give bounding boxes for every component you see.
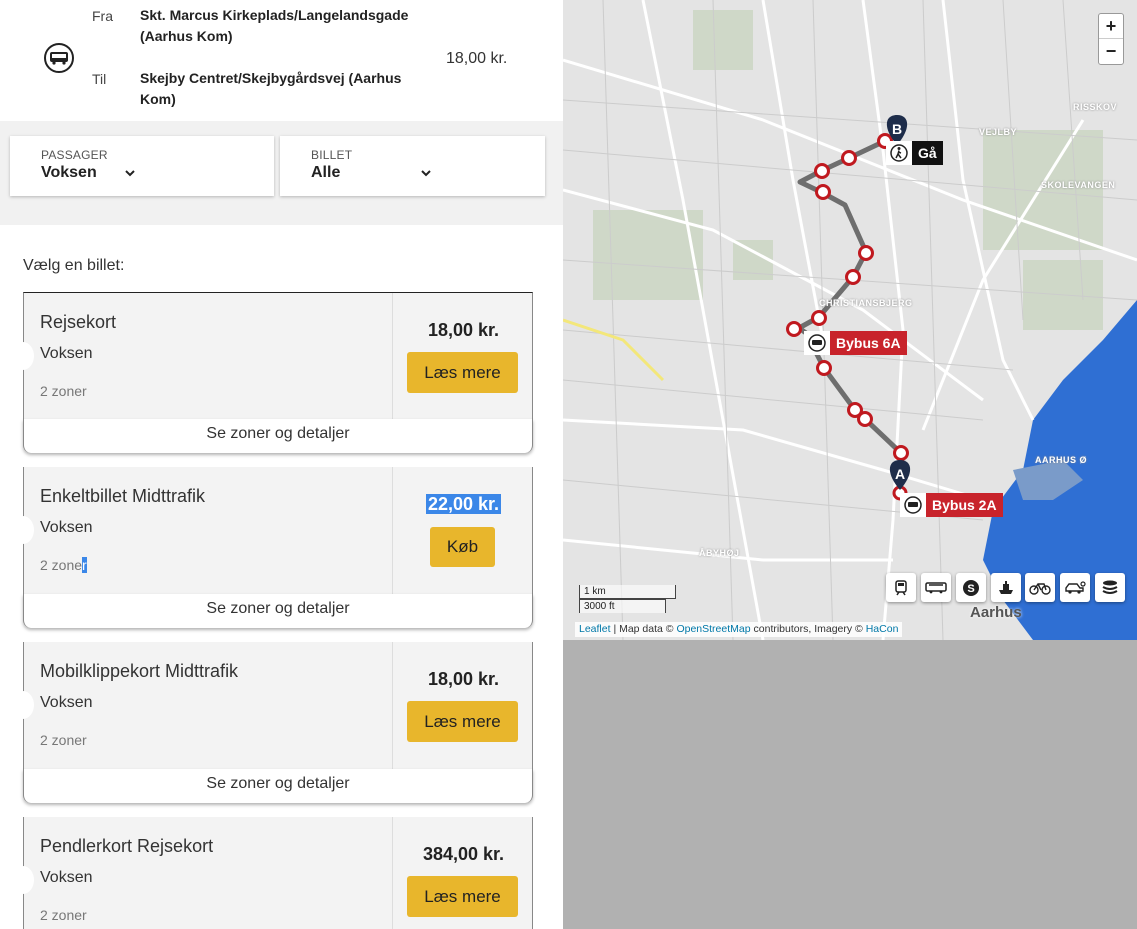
radio-button[interactable] [12, 866, 34, 894]
passenger-select[interactable]: PASSAGER Voksen [10, 136, 274, 196]
bike-icon[interactable] [1025, 573, 1055, 602]
ticket-zones: 2 zoner [40, 907, 87, 923]
ticket-passenger: Voksen [40, 694, 93, 711]
ticket-type-select[interactable]: BILLET Alle [280, 136, 545, 196]
place-label: VEJLBY [979, 127, 1018, 137]
ticket-card[interactable]: Rejsekort Voksen 2 zoner 18,00 kr. Læs m… [12, 292, 533, 420]
ticket-price: 384,00 kr. [422, 844, 505, 864]
bus-icon[interactable] [921, 573, 951, 602]
hacon-link[interactable]: HaCon [866, 623, 899, 635]
attribution-text: contributors, Imagery © [750, 623, 866, 635]
ticket-panel: Fra Skt. Marcus Kirkeplads/Langelandsgad… [0, 0, 563, 929]
ferry-icon[interactable] [991, 573, 1021, 602]
see-zones-details-link[interactable]: Se zoner og detaljer [23, 419, 533, 453]
ticket-name: Mobilklippekort Midttrafik [40, 661, 239, 681]
zoom-out-button[interactable]: − [1099, 39, 1123, 64]
see-zones-details-link[interactable]: Se zoner og detaljer [23, 769, 533, 803]
bus-2a-label: Bybus 2A [926, 493, 1003, 517]
walk-tag[interactable]: Gå [886, 141, 943, 165]
ticket-name: Rejsekort [40, 312, 117, 332]
from-stop: Skt. Marcus Kirkeplads/Langelandsgade (A… [140, 7, 409, 44]
ticket-name: Enkeltbillet Midttrafik [40, 486, 206, 506]
route-summary: Fra Skt. Marcus Kirkeplads/Langelandsgad… [0, 0, 563, 121]
zoom-in-button[interactable]: + [1099, 14, 1123, 39]
selected-price-text: 22,00 kr. [425, 494, 502, 514]
ticket-card[interactable]: Pendlerkort Rejsekort Voksen 2 zoner 384… [12, 817, 533, 929]
route-map[interactable]: A B RISSKOV VEJLBY SKOLEVANGEN CHRISTIAN… [563, 0, 1137, 929]
ticket-type-value: Alle [311, 164, 341, 181]
ticket-passenger: Voksen [40, 519, 93, 536]
ticket-passenger: Voksen [40, 869, 93, 886]
ticket-zones: 2 zoner [40, 732, 87, 748]
read-more-button[interactable]: Læs mere [407, 876, 518, 917]
ticket-price: 22,00 kr. [393, 494, 534, 515]
train-icon[interactable] [886, 573, 916, 602]
place-label: CHRISTIANSBJERG [819, 298, 913, 308]
radio-button[interactable] [12, 516, 34, 544]
passenger-label: PASSAGER [41, 148, 108, 162]
svg-text:S: S [967, 583, 974, 595]
read-more-button[interactable]: Læs mere [407, 352, 518, 393]
filter-bar: PASSAGER Voksen BILLET Alle [0, 121, 563, 225]
bus-icon [900, 493, 926, 517]
zoom-control: + − [1098, 13, 1124, 65]
layers-icon[interactable] [1095, 573, 1125, 602]
openstreetmap-link[interactable]: OpenStreetMap [676, 623, 750, 635]
scale-km: 1 km [579, 585, 676, 599]
svg-text:B: B [892, 121, 902, 137]
walk-icon [886, 141, 912, 165]
buy-button[interactable]: Køb [430, 527, 495, 567]
map-tiles[interactable]: A B [563, 0, 1137, 640]
ticket-zones-text: 2 zone [40, 557, 83, 573]
selected-text: r [82, 557, 87, 573]
bus-6a-label: Bybus 6A [830, 331, 907, 355]
s-train-icon[interactable]: S [956, 573, 986, 602]
route-price: 18,00 kr. [446, 50, 508, 67]
svg-text:A: A [895, 466, 905, 482]
divider [392, 467, 393, 594]
attribution-text: | Map data © [610, 623, 677, 635]
scale-bar: 1 km 3000 ft [579, 585, 676, 613]
walk-tag-label: Gå [912, 141, 943, 165]
ticket-type-label: BILLET [311, 148, 353, 162]
ticket-zones: 2 zoner [40, 557, 87, 573]
chevron-down-icon [421, 166, 431, 180]
ticket-price: 18,00 kr. [427, 669, 500, 689]
car-icon[interactable] [1060, 573, 1090, 602]
map-attribution: Leaflet | Map data © OpenStreetMap contr… [575, 622, 903, 637]
see-zones-details-link[interactable]: Se zoner og detaljer [23, 594, 533, 628]
ticket-zones: 2 zoner [40, 383, 87, 399]
bus-2a-tag[interactable]: Bybus 2A [900, 493, 1003, 517]
radio-button[interactable] [12, 691, 34, 719]
divider [392, 642, 393, 769]
to-label: Til [92, 71, 107, 87]
ticket-card[interactable]: Mobilklippekort Midttrafik Voksen 2 zone… [12, 642, 533, 769]
ticket-card[interactable]: Enkeltbillet Midttrafik Voksen 2 zoner 2… [12, 467, 534, 594]
leaflet-link[interactable]: Leaflet [579, 623, 611, 635]
bus-icon [804, 331, 830, 355]
to-stop: Skejby Centret/Skejbygårdsvej (Aarhus Ko… [140, 70, 402, 107]
place-label: AARHUS Ø [1035, 455, 1088, 465]
ticket-name: Pendlerkort Rejsekort [40, 836, 214, 856]
bus-icon [44, 43, 74, 73]
place-label: ÅBYHØJ [699, 548, 740, 558]
divider [392, 817, 393, 929]
from-label: Fra [92, 8, 113, 24]
city-label: Aarhus [970, 604, 1022, 621]
scale-ft: 3000 ft [579, 599, 666, 613]
place-label: SKOLEVANGEN [1041, 180, 1116, 190]
chevron-down-icon [125, 166, 135, 180]
divider [392, 293, 393, 420]
place-label: RISSKOV [1073, 102, 1118, 112]
choose-ticket-label: Vælg en billet: [23, 257, 125, 274]
ticket-price: 18,00 kr. [427, 320, 500, 340]
read-more-button[interactable]: Læs mere [407, 701, 518, 742]
ticket-passenger: Voksen [40, 345, 93, 362]
radio-button[interactable] [12, 342, 34, 370]
bus-6a-tag[interactable]: Bybus 6A [804, 331, 907, 355]
passenger-value: Voksen [41, 164, 97, 181]
